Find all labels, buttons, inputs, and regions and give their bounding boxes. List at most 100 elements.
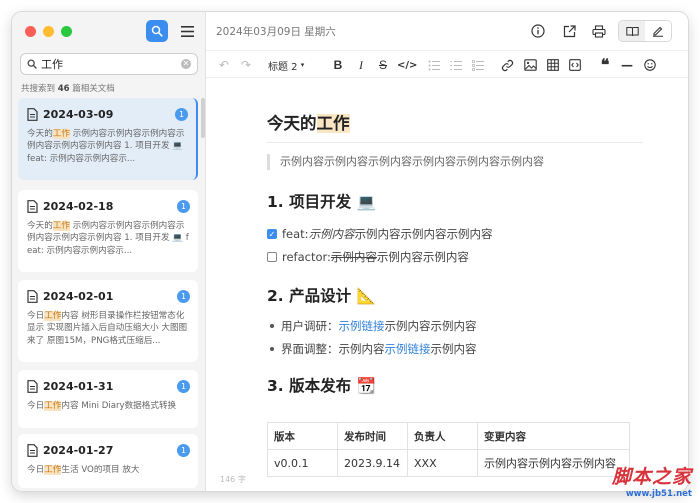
item-snippet: 今日工作内容 Mini Diary数据格式转换 [27, 401, 177, 411]
document-icon [27, 290, 38, 303]
watermark-title: 脚本之家 [611, 466, 692, 488]
info-icon [531, 24, 545, 38]
task-list-button[interactable] [470, 56, 486, 74]
quote-button[interactable]: ❝ [597, 56, 613, 74]
bullet-list-button[interactable] [426, 56, 442, 74]
document-title: 今天的工作 [267, 114, 350, 133]
code-block-icon [569, 59, 581, 71]
code-block-button[interactable] [567, 56, 583, 74]
item-date: 2024-01-31 [43, 380, 114, 393]
list-item[interactable]: 2024-02-01 1 今日工作内容 树形目录操作栏按钮常态化显示 实现图片插… [18, 280, 198, 362]
image-icon [523, 59, 537, 71]
heading-select[interactable]: 标题 2 ▾ [268, 56, 304, 74]
watermark-url: www.jb51.net [625, 489, 692, 499]
image-button[interactable] [522, 56, 538, 74]
pencil-icon [653, 26, 663, 37]
inline-link[interactable]: 示例链接 [385, 341, 431, 357]
table-header-cell: 发布时间 [337, 422, 408, 450]
match-count-badge: 1 [177, 290, 190, 303]
list-item[interactable]: 2024-02-18 1 今天的工作 示例内容示例内容示例内容示例内容示例内容示… [18, 190, 198, 272]
search-input[interactable] [41, 57, 181, 71]
search-toggle-button[interactable] [146, 20, 168, 42]
match-count-badge: 1 [175, 108, 188, 121]
document-icon [27, 200, 38, 213]
document-date: 2024年03月09日 星期六 [216, 26, 336, 38]
table-cell[interactable]: XXX [407, 449, 478, 477]
emoji-button[interactable] [642, 56, 658, 74]
book-icon [625, 26, 639, 36]
ordered-list-button[interactable] [448, 56, 464, 74]
undo-button[interactable]: ↶ [216, 56, 232, 74]
sidebar-scrollbar[interactable] [201, 98, 205, 138]
view-mode-toggle [618, 20, 672, 42]
link-button[interactable] [499, 56, 515, 74]
read-mode-button[interactable] [619, 21, 645, 41]
task-checkbox-checked[interactable]: ✓ [267, 229, 277, 239]
document-icon [27, 108, 38, 121]
sidebar: ✕ 共搜索到 46 篇相关文档 2024-03-09 1 今天的工作 示例内容示… [12, 12, 206, 491]
list-item[interactable]: 2024-01-31 1 今日工作内容 Mini Diary数据格式转换 [18, 370, 198, 428]
section-heading: 3. 版本发布 📆 [267, 377, 376, 395]
match-count-badge: 1 [177, 444, 190, 457]
minimize-window-button[interactable] [43, 26, 54, 37]
table-header-cell: 变更内容 [477, 422, 630, 450]
redo-button[interactable]: ↷ [238, 56, 254, 74]
top-bar: 2024年03月09日 星期六 [206, 12, 688, 50]
table-header-row: 版本 发布时间 负责人 变更内容 [267, 422, 630, 450]
match-count-badge: 1 [177, 380, 190, 393]
table-icon [547, 59, 559, 71]
inline-link[interactable]: 示例链接 [339, 318, 385, 334]
title-divider [267, 142, 643, 143]
item-date: 2024-03-09 [43, 108, 114, 121]
task-list-icon [472, 59, 484, 71]
task-item: refactor: 示例内容 示例内容示例内容 [267, 249, 469, 265]
table-cell[interactable]: 2023.9.14 [337, 449, 408, 477]
hamburger-icon [180, 25, 194, 37]
bold-button[interactable]: B [330, 56, 346, 74]
strikethrough-button[interactable]: S [375, 56, 391, 74]
menu-button[interactable] [177, 21, 197, 41]
table-cell[interactable]: 示例内容示例内容示例内容 [477, 449, 630, 477]
task-item: ✓ feat: 示例内容 示例内容示例内容示例内容 [267, 227, 493, 241]
external-link-icon [563, 24, 576, 37]
search-box[interactable]: ✕ [20, 53, 198, 75]
edit-mode-button[interactable] [645, 21, 671, 41]
item-date: 2024-02-18 [43, 200, 114, 213]
export-button[interactable] [560, 22, 578, 40]
editor-pane: 2024年03月09日 星期六 ↶ ↷ 标题 2 ▾ B I S </> ❝ —… [206, 12, 688, 491]
bullet-list-icon [428, 60, 440, 70]
document-icon [27, 380, 38, 393]
zoom-window-button[interactable] [61, 26, 72, 37]
item-snippet: 今日工作生活 VO的项目 放大 [27, 465, 140, 475]
document-icon [27, 444, 38, 457]
word-count: 146 字 [220, 475, 246, 484]
print-button[interactable] [590, 22, 608, 40]
close-window-button[interactable] [25, 26, 36, 37]
item-date: 2024-02-01 [43, 290, 114, 303]
watermark: 脚本之家 www.jb51.net [612, 462, 692, 499]
release-table: 版本 发布时间 负责人 变更内容 v0.0.1 2023.9.14 XXX 示例… [267, 422, 630, 477]
divider-button[interactable]: — [619, 56, 635, 74]
code-button[interactable]: </> [397, 56, 417, 74]
result-count-text: 共搜索到 46 篇相关文档 [21, 84, 115, 94]
info-button[interactable] [529, 22, 547, 40]
table-button[interactable] [545, 56, 561, 74]
clear-search-icon[interactable]: ✕ [181, 59, 191, 69]
table-cell[interactable]: v0.0.1 [267, 449, 338, 477]
list-item[interactable]: 2024-03-09 1 今天的工作 示例内容示例内容示例内容示例内容示例内容示… [18, 98, 198, 180]
format-toolbar: ↶ ↷ 标题 2 ▾ B I S </> ❝ — [206, 50, 688, 78]
blockquote: 示例内容示例内容示例内容示例内容示例内容示例内容 [267, 154, 544, 170]
ordered-list-icon [450, 60, 462, 70]
list-item[interactable]: 2024-01-27 1 今日工作生活 VO的项目 放大 [18, 434, 198, 488]
italic-button[interactable]: I [353, 56, 369, 74]
section-heading: 1. 项目开发 💻 [267, 193, 376, 211]
table-header-cell: 版本 [267, 422, 338, 450]
printer-icon [592, 24, 606, 38]
task-checkbox[interactable] [267, 252, 277, 262]
search-icon [151, 25, 163, 37]
link-icon [501, 59, 513, 71]
window-controls [25, 26, 72, 37]
item-snippet: 今日工作内容 树形目录操作栏按钮常态化显示 实现图片插入后自动压缩大小 大图图来… [27, 311, 188, 346]
section-heading: 2. 产品设计 📐 [267, 287, 376, 305]
list-item: 界面调整：示例内容 示例链接 示例内容 [267, 341, 477, 357]
